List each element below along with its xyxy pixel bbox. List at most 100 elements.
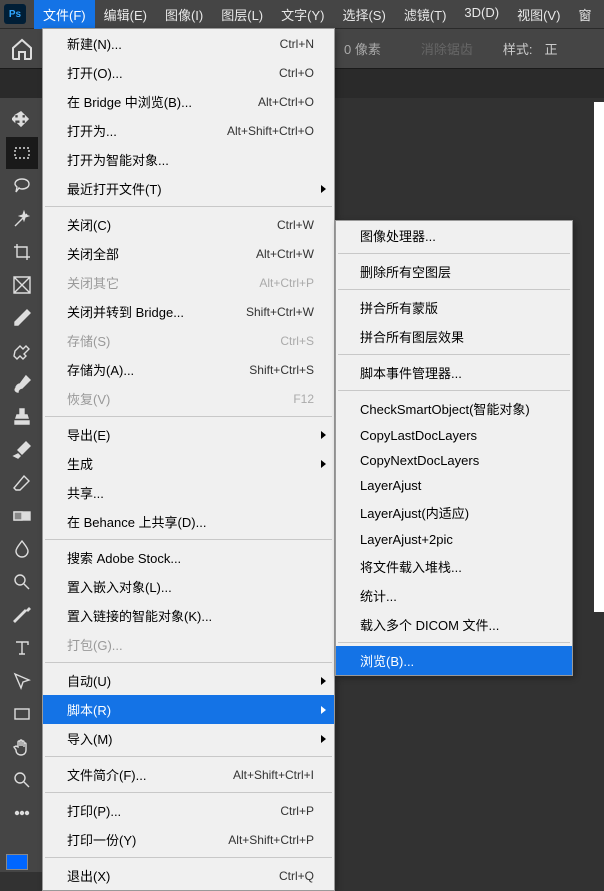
script-menu-item-4[interactable]: 拼合所有蒙版	[336, 293, 572, 322]
script-menu-label: LayerAjust	[360, 478, 552, 493]
file-menu-item-16[interactable]: 生成	[43, 449, 334, 478]
file-menu-item-20[interactable]: 搜索 Adobe Stock...	[43, 543, 334, 572]
file-menu-label: 置入链接的智能对象(K)...	[67, 606, 314, 625]
tool-eyedropper[interactable]	[6, 302, 38, 334]
tool-zoom[interactable]	[6, 764, 38, 796]
tool-rectangle[interactable]	[6, 698, 38, 730]
file-menu-item-4[interactable]: 打开为智能对象...	[43, 145, 334, 174]
menu-文件(F)[interactable]: 文件(F)	[34, 0, 95, 29]
menu-视图(V)[interactable]: 视图(V)	[508, 0, 569, 29]
menu-编辑(E)[interactable]: 编辑(E)	[95, 0, 156, 29]
submenu-arrow-icon	[321, 677, 326, 685]
script-menu-item-9[interactable]: CheckSmartObject(智能对象)	[336, 394, 572, 423]
tool-lasso[interactable]	[6, 170, 38, 202]
script-menu-item-13[interactable]: LayerAjust(内适应)	[336, 498, 572, 527]
script-menu-label: 图像处理器...	[360, 226, 552, 245]
file-menu-item-22[interactable]: 置入链接的智能对象(K)...	[43, 601, 334, 630]
script-menu-label: 载入多个 DICOM 文件...	[360, 615, 552, 634]
file-menu-item-21[interactable]: 置入嵌入对象(L)...	[43, 572, 334, 601]
menu-图层(L)[interactable]: 图层(L)	[212, 0, 272, 29]
tool-gradient[interactable]	[6, 500, 38, 532]
script-menu-label: LayerAjust+2pic	[360, 532, 552, 547]
file-menu-item-31[interactable]: 打印(P)...Ctrl+P	[43, 796, 334, 825]
file-menu-item-11: 存储(S)Ctrl+S	[43, 326, 334, 355]
canvas-fragment	[594, 102, 604, 612]
file-menu-item-1[interactable]: 打开(O)...Ctrl+O	[43, 58, 334, 87]
file-menu-label: 脚本(R)	[67, 700, 314, 719]
file-menu-item-29[interactable]: 文件简介(F)...Alt+Shift+Ctrl+I	[43, 760, 334, 789]
foreground-color-swatch[interactable]	[6, 854, 28, 870]
tool-type[interactable]	[6, 632, 38, 664]
script-menu-item-15[interactable]: 将文件载入堆栈...	[336, 552, 572, 581]
script-menu-item-16[interactable]: 统计...	[336, 581, 572, 610]
file-menu-item-27[interactable]: 导入(M)	[43, 724, 334, 753]
file-menu-item-12[interactable]: 存储为(A)...Shift+Ctrl+S	[43, 355, 334, 384]
file-menu-item-25[interactable]: 自动(U)	[43, 666, 334, 695]
menu-窗[interactable]: 窗	[569, 0, 600, 29]
file-menu-item-32[interactable]: 打印一份(Y)Alt+Shift+Ctrl+P	[43, 825, 334, 854]
tool-hand[interactable]	[6, 731, 38, 763]
file-menu-shortcut: Alt+Shift+Ctrl+O	[227, 124, 314, 138]
submenu-arrow-icon	[321, 431, 326, 439]
file-menu-shortcut: Ctrl+N	[280, 37, 314, 51]
file-menu-label: 导入(M)	[67, 729, 314, 748]
script-menu-item-7[interactable]: 脚本事件管理器...	[336, 358, 572, 387]
tool-frame[interactable]	[6, 269, 38, 301]
script-menu-item-2[interactable]: 删除所有空图层	[336, 257, 572, 286]
file-menu-item-7[interactable]: 关闭(C)Ctrl+W	[43, 210, 334, 239]
file-menu-item-5[interactable]: 最近打开文件(T)	[43, 174, 334, 203]
script-menu-separator	[338, 354, 570, 355]
tool-history[interactable]	[6, 434, 38, 466]
file-menu-item-26[interactable]: 脚本(R)	[43, 695, 334, 724]
tool-more[interactable]	[6, 797, 38, 829]
tool-pen[interactable]	[6, 599, 38, 631]
script-menu-item-14[interactable]: LayerAjust+2pic	[336, 527, 572, 552]
file-menu-separator	[45, 416, 332, 417]
file-menu-item-34[interactable]: 退出(X)Ctrl+Q	[43, 861, 334, 890]
script-menu-item-10[interactable]: CopyLastDocLayers	[336, 423, 572, 448]
menu-选择(S)[interactable]: 选择(S)	[333, 0, 394, 29]
file-menu-item-23: 打包(G)...	[43, 630, 334, 659]
script-menu-item-19[interactable]: 浏览(B)...	[336, 646, 572, 675]
tool-move[interactable]	[6, 104, 38, 136]
tools-panel	[0, 98, 44, 872]
file-menu-item-8[interactable]: 关闭全部Alt+Ctrl+W	[43, 239, 334, 268]
menu-3D(D)[interactable]: 3D(D)	[455, 0, 508, 29]
opt-antialias: 消除锯齿	[421, 39, 473, 58]
menu-滤镜(T)[interactable]: 滤镜(T)	[395, 0, 456, 29]
file-menu-item-18[interactable]: 在 Behance 上共享(D)...	[43, 507, 334, 536]
file-menu-label: 关闭(C)	[67, 215, 259, 234]
home-icon[interactable]	[10, 37, 34, 61]
tool-healing[interactable]	[6, 335, 38, 367]
tool-dodge[interactable]	[6, 566, 38, 598]
file-menu-item-17[interactable]: 共享...	[43, 478, 334, 507]
file-menu-item-0[interactable]: 新建(N)... Ctrl+N	[43, 29, 334, 58]
tool-blur[interactable]	[6, 533, 38, 565]
tool-eraser[interactable]	[6, 467, 38, 499]
file-menu-label: 打开为...	[67, 121, 209, 140]
file-menu-item-2[interactable]: 在 Bridge 中浏览(B)...Alt+Ctrl+O	[43, 87, 334, 116]
menu-图像(I)[interactable]: 图像(I)	[156, 0, 212, 29]
menu-文字(Y)[interactable]: 文字(Y)	[272, 0, 333, 29]
file-menu-separator	[45, 539, 332, 540]
tool-marquee[interactable]	[6, 137, 38, 169]
script-submenu-dropdown: 图像处理器... 删除所有空图层拼合所有蒙版拼合所有图层效果脚本事件管理器... C…	[335, 220, 573, 676]
file-menu-item-10[interactable]: 关闭并转到 Bridge...Shift+Ctrl+W	[43, 297, 334, 326]
script-menu-label: CopyLastDocLayers	[360, 428, 552, 443]
tool-stamp[interactable]	[6, 401, 38, 433]
file-menu-item-3[interactable]: 打开为... Alt+Shift+Ctrl+O	[43, 116, 334, 145]
file-menu-label: 在 Bridge 中浏览(B)...	[67, 92, 240, 111]
script-menu-item-0[interactable]: 图像处理器...	[336, 221, 572, 250]
tool-wand[interactable]	[6, 203, 38, 235]
tool-brush[interactable]	[6, 368, 38, 400]
file-menu-label: 关闭其它	[67, 273, 241, 292]
file-menu-label: 打包(G)...	[67, 635, 314, 654]
file-menu-item-15[interactable]: 导出(E)	[43, 420, 334, 449]
script-menu-item-17[interactable]: 载入多个 DICOM 文件...	[336, 610, 572, 639]
script-menu-item-11[interactable]: CopyNextDocLayers	[336, 448, 572, 473]
file-menu-label: 新建(N)...	[67, 34, 262, 53]
tool-crop[interactable]	[6, 236, 38, 268]
tool-path[interactable]	[6, 665, 38, 697]
script-menu-item-5[interactable]: 拼合所有图层效果	[336, 322, 572, 351]
script-menu-item-12[interactable]: LayerAjust	[336, 473, 572, 498]
